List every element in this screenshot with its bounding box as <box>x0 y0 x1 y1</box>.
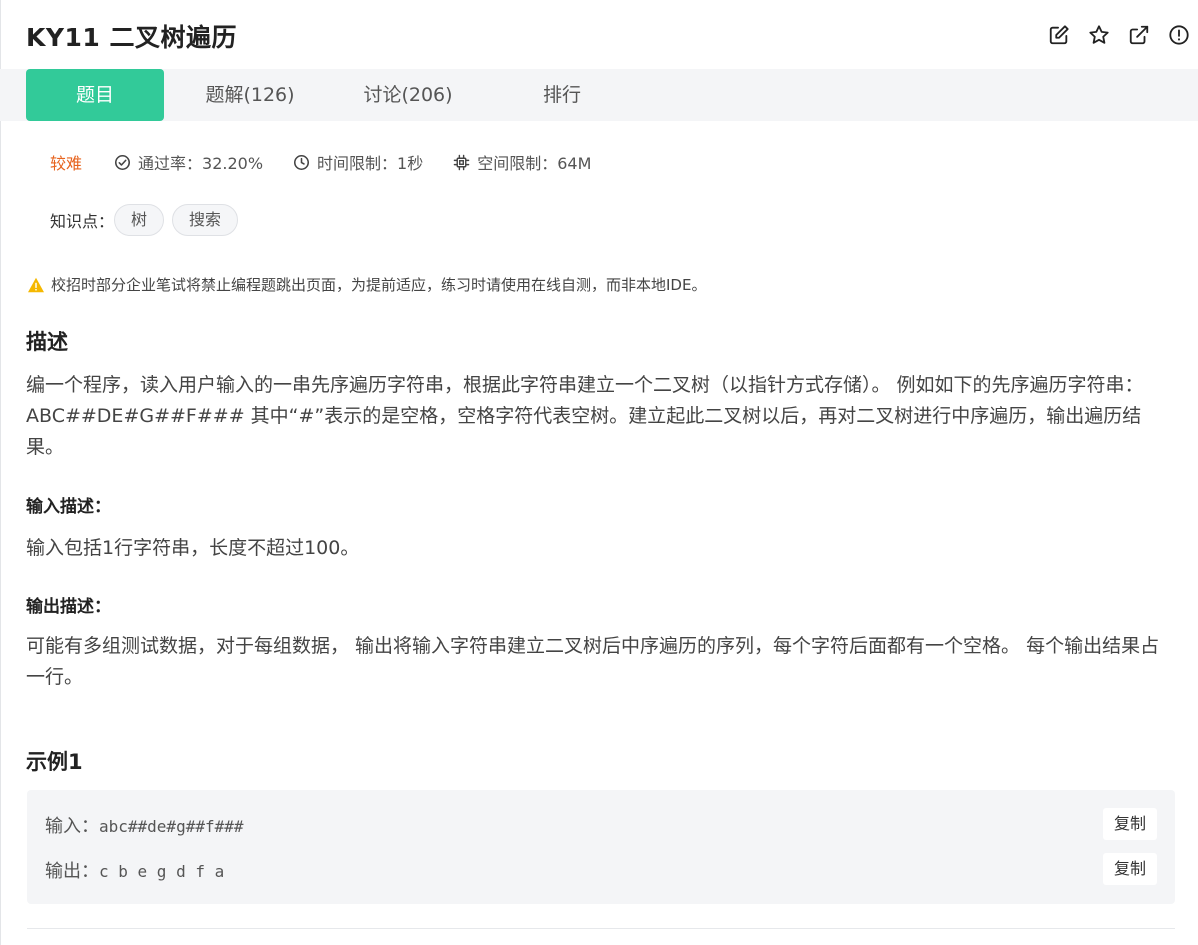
example-input-label: 输入： <box>45 816 99 837</box>
problem-meta: 较难 通过率：32.20% 时间限制：1秒 空间限制：64M <box>50 150 621 174</box>
divider <box>27 928 1175 929</box>
example-heading: 示例1 <box>26 750 83 774</box>
chip-icon <box>453 154 470 170</box>
copy-input-button[interactable]: 复制 <box>1103 808 1157 840</box>
external-link-icon[interactable] <box>1128 24 1150 46</box>
example-output-row: 输出：c b e g d f a <box>45 857 224 883</box>
space-limit: 空间限制：64M <box>453 150 591 174</box>
problem-header: KY11 二叉树遍历 <box>0 0 1198 70</box>
notice-text: 校招时部分企业笔试将禁止编程题跳出页面，为提前适应，练习时请使用在线自测，而非本… <box>51 276 707 294</box>
tab-problem[interactable]: 题目 <box>26 69 164 121</box>
copy-output-button[interactable]: 复制 <box>1103 853 1157 885</box>
problem-title: KY11 二叉树遍历 <box>26 23 237 52</box>
description-text: 编一个程序，读入用户输入的一串先序遍历字符串，根据此字符串建立一个二叉树（以指针… <box>26 374 1144 458</box>
output-description-heading: 输出描述： <box>26 597 111 617</box>
tab-discussion[interactable]: 讨论(206) <box>338 69 478 121</box>
check-circle-icon <box>115 154 131 170</box>
example-box: 输入：abc##de#g##f### 复制 输出：c b e g d f a 复… <box>27 790 1175 904</box>
pass-rate-text: 通过率：32.20% <box>138 154 264 173</box>
warning-icon <box>28 277 44 292</box>
left-border <box>0 0 1 945</box>
knowledge-label: 知识点： <box>50 212 115 231</box>
exam-notice: 校招时部分企业笔试将禁止编程题跳出页面，为提前适应，练习时请使用在线自测，而非本… <box>27 274 706 295</box>
input-description-text: 输入包括1行字符串，长度不超过100。 <box>26 537 360 559</box>
tab-bar: 题目 题解(126) 讨论(206) 排行 <box>0 69 1198 121</box>
space-limit-text: 空间限制：64M <box>477 154 592 173</box>
output-description-text: 可能有多组测试数据，对于每组数据， 输出将输入字符串建立二叉树后中序遍历的序列，… <box>26 635 1160 688</box>
pass-rate: 通过率：32.20% <box>114 150 263 174</box>
info-icon[interactable] <box>1168 24 1190 46</box>
tab-ranking[interactable]: 排行 <box>492 69 632 121</box>
edit-icon[interactable] <box>1048 24 1070 46</box>
example-input-row: 输入：abc##de#g##f### <box>45 812 244 838</box>
star-icon[interactable] <box>1088 24 1110 46</box>
difficulty-badge: 较难 <box>50 154 83 173</box>
tag-search[interactable]: 搜索 <box>172 204 239 236</box>
example-input-value: abc##de#g##f### <box>99 817 244 836</box>
time-limit-text: 时间限制：1秒 <box>317 154 424 173</box>
example-output-label: 输出： <box>45 861 99 882</box>
clock-icon <box>294 154 310 170</box>
header-actions <box>1048 24 1190 46</box>
tag-tree[interactable]: 树 <box>114 204 165 236</box>
description-heading: 描述 <box>26 330 68 354</box>
example-output-value: c b e g d f a <box>99 862 225 881</box>
time-limit: 时间限制：1秒 <box>293 150 423 174</box>
input-description-heading: 输入描述： <box>26 497 111 517</box>
knowledge-points: 知识点： 树 搜索 <box>50 204 246 236</box>
tab-solutions[interactable]: 题解(126) <box>180 69 320 121</box>
